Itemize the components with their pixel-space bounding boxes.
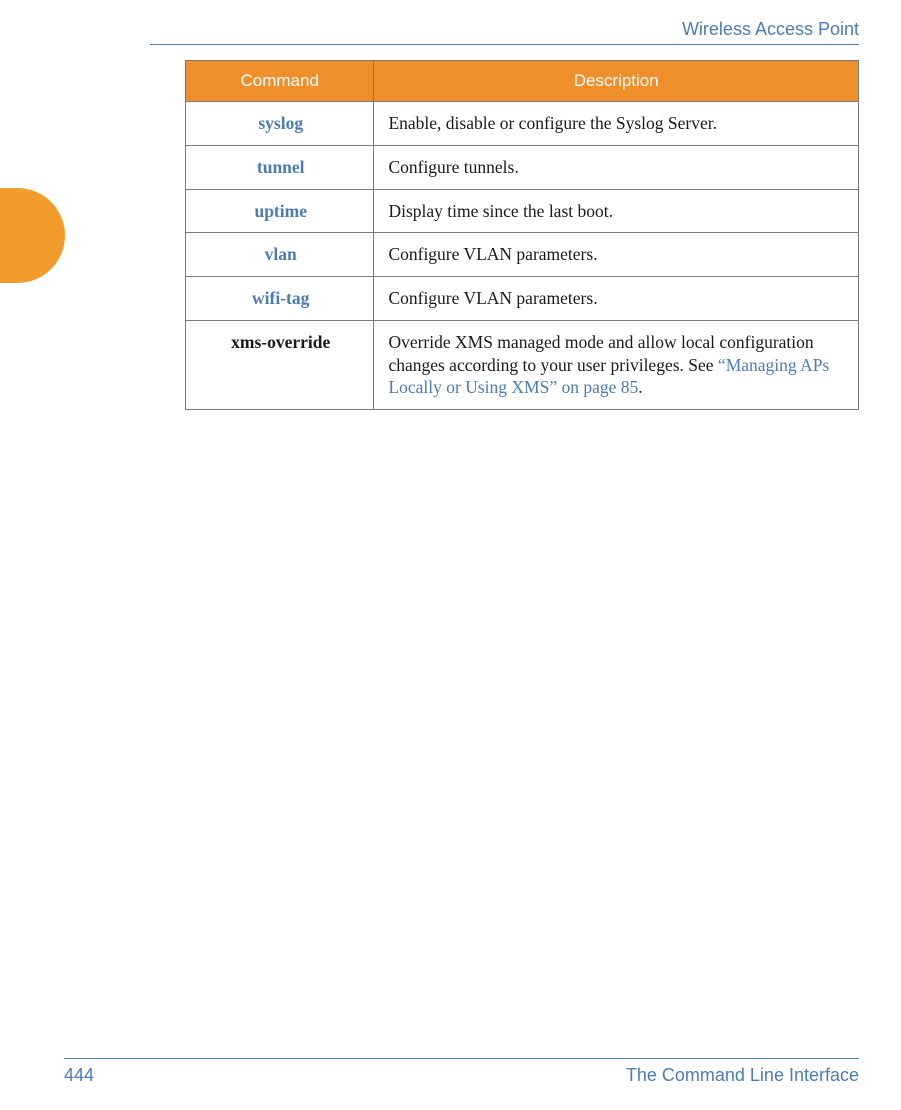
table-row: xms-override Override XMS managed mode a… bbox=[186, 320, 859, 409]
command-description: Configure VLAN parameters. bbox=[374, 233, 859, 277]
command-link[interactable]: wifi-tag bbox=[252, 288, 309, 308]
command-description: Enable, disable or configure the Syslog … bbox=[374, 102, 859, 146]
command-description: Override XMS managed mode and allow loca… bbox=[374, 320, 859, 409]
table-row: vlan Configure VLAN parameters. bbox=[186, 233, 859, 277]
table-row: tunnel Configure tunnels. bbox=[186, 145, 859, 189]
command-description: Display time since the last boot. bbox=[374, 189, 859, 233]
table-row: uptime Display time since the last boot. bbox=[186, 189, 859, 233]
header-rule bbox=[150, 44, 859, 45]
command-link[interactable]: syslog bbox=[258, 113, 303, 133]
side-tab bbox=[0, 188, 65, 283]
page-number: 444 bbox=[64, 1065, 94, 1086]
section-title: The Command Line Interface bbox=[626, 1065, 859, 1086]
command-name: xms-override bbox=[231, 332, 330, 352]
header-title: Wireless Access Point bbox=[0, 19, 859, 40]
table-row: syslog Enable, disable or configure the … bbox=[186, 102, 859, 146]
command-link[interactable]: vlan bbox=[265, 244, 297, 264]
command-link[interactable]: tunnel bbox=[257, 157, 305, 177]
command-description: Configure tunnels. bbox=[374, 145, 859, 189]
command-table: Command Description syslog Enable, disab… bbox=[185, 60, 859, 410]
table-row: wifi-tag Configure VLAN parameters. bbox=[186, 277, 859, 321]
footer-rule bbox=[64, 1058, 859, 1059]
command-link[interactable]: uptime bbox=[254, 201, 307, 221]
column-header-command: Command bbox=[186, 61, 374, 102]
page-footer: 444 The Command Line Interface bbox=[64, 1058, 859, 1086]
column-header-description: Description bbox=[374, 61, 859, 102]
command-description: Configure VLAN parameters. bbox=[374, 277, 859, 321]
desc-text: . bbox=[638, 377, 642, 397]
